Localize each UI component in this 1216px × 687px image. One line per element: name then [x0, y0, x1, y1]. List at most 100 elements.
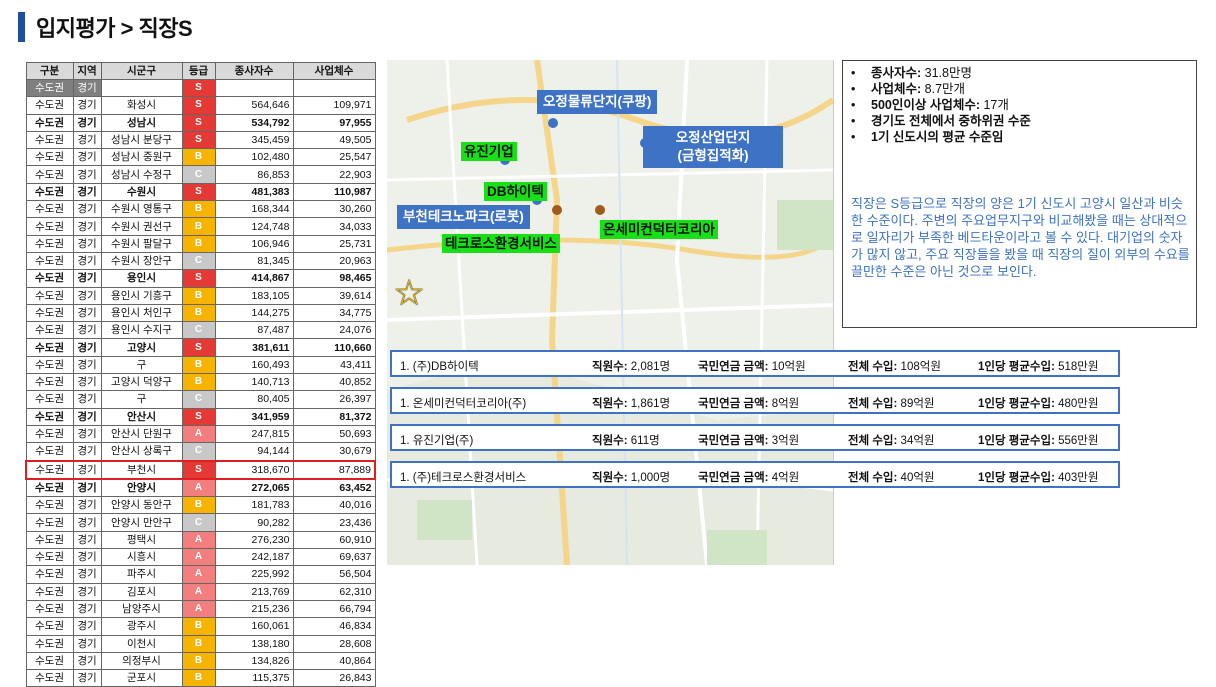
- table-row: 수도권 경기 이천시 B 138,180 28,608: [25, 634, 376, 653]
- cell-city: 안산시 상록구: [100, 442, 183, 462]
- table-row: 수도권 경기 S: [25, 78, 376, 98]
- cell-area: 경기: [72, 599, 102, 619]
- cell-region: 수도권: [25, 251, 74, 271]
- grade-badge: S: [181, 96, 216, 115]
- grade-badge: C: [181, 442, 216, 462]
- cell-region: 수도권: [25, 565, 74, 584]
- cell-region: 수도권: [25, 424, 74, 444]
- grade-badge: S: [181, 459, 216, 480]
- company-row: 1. 온세미컨덕터코리아(주) 직원수: 1,861명 국민연금 금액: 8억원…: [390, 387, 1120, 414]
- cell-companies: 23,436: [292, 513, 376, 532]
- cell-area: 경기: [72, 459, 102, 480]
- summary-bullet: 500인이상 사업체수: 17개: [851, 97, 1188, 113]
- cell-region: 수도권: [25, 513, 74, 532]
- table-row: 수도권 경기 용인시 기흥구 B 183,105 39,614: [25, 286, 376, 305]
- cell-workers: 94,144: [214, 442, 294, 462]
- cell-area: 경기: [72, 303, 102, 323]
- cell-city: 성남시 중원구: [100, 148, 183, 167]
- cell-companies: 30,679: [292, 442, 376, 462]
- cell-city: 용인시: [100, 269, 183, 288]
- map-view[interactable]: 오정물류단지(쿠팡) 오정산업단지 (금형집적화) 유진기업 DB하이텍 부천테…: [387, 60, 834, 565]
- cell-area: 경기: [72, 200, 102, 219]
- cell-region: 수도권: [25, 599, 74, 619]
- cell-workers: [214, 78, 294, 98]
- cell-region: 수도권: [25, 390, 74, 409]
- cell-companies: 28,608: [292, 634, 376, 653]
- cell-region: 수도권: [25, 165, 74, 184]
- cell-workers: 414,867: [214, 269, 294, 288]
- cell-companies: 56,504: [292, 565, 376, 584]
- page-title: 입지평가 > 직장S: [36, 16, 193, 41]
- cell-region: 수도권: [25, 269, 74, 288]
- cell-region: 수도권: [25, 200, 74, 219]
- cell-workers: 345,459: [214, 130, 294, 150]
- grade-badge: S: [181, 269, 216, 288]
- cell-region: 수도권: [25, 651, 74, 671]
- cell-city: 수원시: [100, 182, 183, 202]
- cell-area: 경기: [72, 442, 102, 462]
- table-row: 수도권 경기 성남시 중원구 B 102,480 25,547: [25, 148, 376, 167]
- summary-bullet: 1기 신도시의 평균 수준임: [851, 129, 1188, 145]
- cell-city: 용인시 수지구: [100, 321, 183, 340]
- company-income: 전체 수입: 34억원: [848, 435, 935, 447]
- grade-badge: A: [181, 582, 216, 601]
- cell-workers: 534,792: [214, 113, 294, 132]
- cell-companies: 66,794: [292, 599, 376, 619]
- cell-region: 수도권: [25, 530, 74, 550]
- company-income: 전체 수입: 40억원: [848, 472, 935, 484]
- cell-city: 수원시 팔달구: [100, 234, 183, 253]
- summary-bullet: 사업체수: 8.7만개: [851, 81, 1188, 97]
- cell-area: 경기: [72, 565, 102, 584]
- cell-workers: 134,826: [214, 651, 294, 671]
- cell-companies: 20,963: [292, 251, 376, 271]
- cell-region: 수도권: [25, 338, 74, 357]
- company-name: 1. (주)DB하이텍: [400, 361, 479, 373]
- table-row: 수도권 경기 김포시 A 213,769 62,310: [25, 582, 376, 601]
- cell-area: 경기: [72, 165, 102, 184]
- company-per-capita: 1인당 평균수입: 556만원: [978, 435, 1099, 447]
- table-row: 수도권 경기 군포시 B 115,375 26,843: [25, 669, 376, 687]
- cell-workers: 106,946: [214, 234, 294, 253]
- cell-area: 경기: [72, 234, 102, 253]
- map-label-osung-industrial: 오정산업단지 (금형집적화): [643, 126, 783, 168]
- cell-area: 경기: [72, 251, 102, 271]
- cell-city: [100, 78, 183, 98]
- cell-companies: 22,903: [292, 165, 376, 184]
- cell-workers: 160,061: [214, 617, 294, 636]
- cell-companies: 26,843: [292, 669, 376, 687]
- cell-workers: 276,230: [214, 530, 294, 550]
- cell-area: 경기: [72, 582, 102, 601]
- company-pension: 국민연금 금액: 4억원: [698, 472, 800, 484]
- table-row: 수도권 경기 수원시 장안구 C 81,345 20,963: [25, 251, 376, 271]
- cell-companies: 62,310: [292, 582, 376, 601]
- cell-area: 경기: [72, 130, 102, 150]
- table-row: 수도권 경기 파주시 A 225,992 56,504: [25, 565, 376, 584]
- cell-region: 수도권: [25, 442, 74, 462]
- cell-region: 수도권: [25, 582, 74, 601]
- cell-city: 수원시 장안구: [100, 251, 183, 271]
- column-header: 사업체수: [292, 62, 376, 80]
- cell-workers: 87,487: [214, 321, 294, 340]
- cell-workers: 81,345: [214, 251, 294, 271]
- cell-workers: 215,236: [214, 599, 294, 619]
- cell-area: 경기: [72, 269, 102, 288]
- map-label-osung-industrial-line1: 오정산업단지: [675, 130, 751, 145]
- cell-city: 김포시: [100, 582, 183, 601]
- cell-companies: [292, 78, 376, 98]
- cell-city: 평택시: [100, 530, 183, 550]
- cell-area: 경기: [72, 78, 102, 98]
- company-pension: 국민연금 금액: 3억원: [698, 435, 800, 447]
- grade-badge: B: [181, 303, 216, 323]
- cell-area: 경기: [72, 390, 102, 409]
- cell-region: 수도권: [25, 634, 74, 653]
- cell-companies: 40,852: [292, 373, 376, 392]
- cell-companies: 69,637: [292, 548, 376, 567]
- grade-badge: S: [181, 407, 216, 426]
- cell-region: 수도권: [25, 78, 74, 98]
- grade-badge: B: [181, 617, 216, 636]
- cell-region: 수도권: [25, 496, 74, 515]
- table-row: 수도권 경기 성남시 분당구 S 345,459 49,505: [25, 130, 376, 150]
- grade-badge: A: [181, 565, 216, 584]
- grade-badge: B: [181, 200, 216, 219]
- cell-workers: 318,670: [214, 459, 294, 480]
